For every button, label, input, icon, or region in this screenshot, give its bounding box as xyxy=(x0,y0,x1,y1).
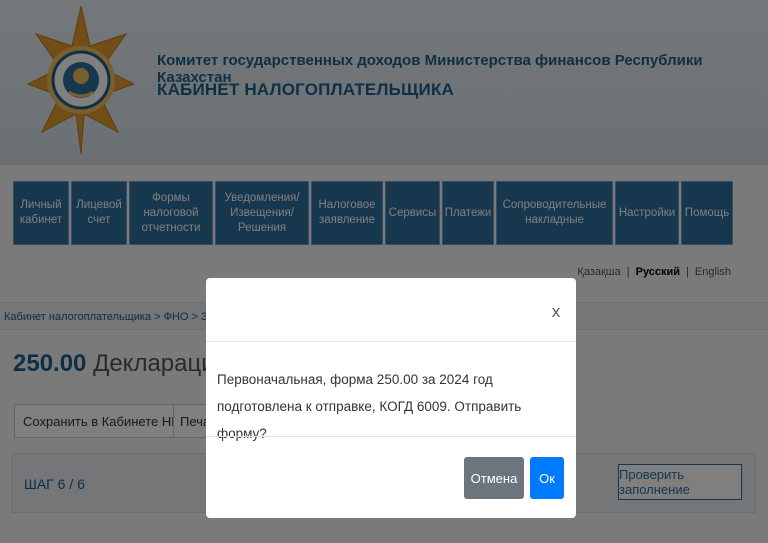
close-icon[interactable]: x xyxy=(548,302,564,322)
dialog-footer: Отмена Ок xyxy=(206,436,576,518)
dialog-message: Первоначальная, форма 250.00 за 2024 год… xyxy=(217,372,522,441)
ok-button[interactable]: Ок xyxy=(530,457,564,499)
dialog-header: x xyxy=(206,278,576,342)
confirm-dialog: x Первоначальная, форма 250.00 за 2024 г… xyxy=(206,278,576,518)
cancel-button[interactable]: Отмена xyxy=(464,457,524,499)
